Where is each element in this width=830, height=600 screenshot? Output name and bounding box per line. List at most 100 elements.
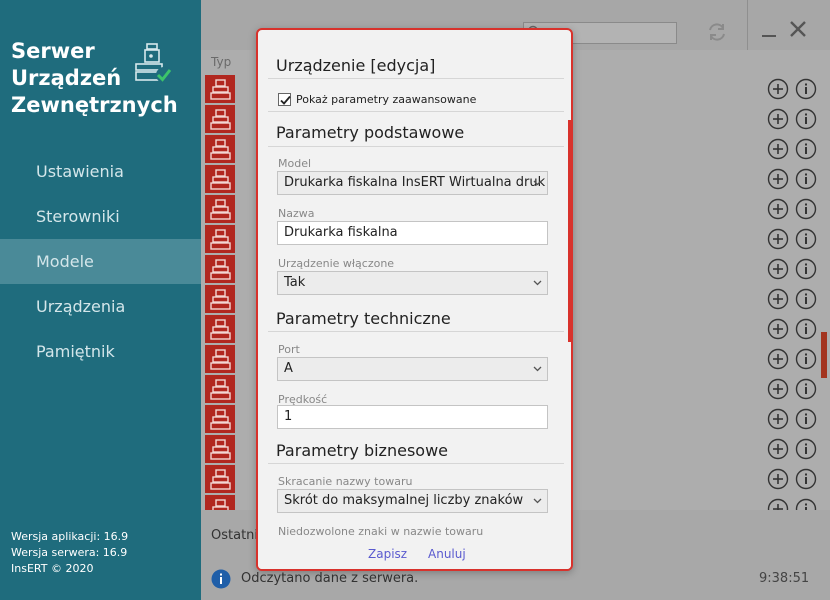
add-icon[interactable] bbox=[767, 168, 789, 190]
name-field[interactable]: Drukarka fiskalna bbox=[277, 221, 548, 245]
divider bbox=[268, 331, 564, 332]
fiscal-printer-icon bbox=[205, 135, 235, 163]
copyright: InsERT © 2020 bbox=[11, 562, 94, 575]
advanced-params-label[interactable]: Pokaż parametry zaawansowane bbox=[296, 93, 476, 106]
status-message: Odczytano dane z serwera. bbox=[241, 571, 419, 586]
fiscal-printer-icon bbox=[205, 465, 235, 493]
info-icon[interactable] bbox=[795, 318, 817, 340]
minimize-icon[interactable] bbox=[761, 22, 777, 38]
forbidden-chars-label: Niedozwolone znaki w nazwie towaru bbox=[278, 525, 484, 537]
device-server-logo-icon bbox=[135, 43, 172, 83]
speed-field[interactable]: 1 bbox=[277, 405, 548, 429]
dialog-content: Urządzenie [edycja] Pokaż parametry zaaw… bbox=[258, 30, 571, 537]
fiscal-printer-icon bbox=[205, 165, 235, 193]
add-icon[interactable] bbox=[767, 198, 789, 220]
add-icon[interactable] bbox=[767, 408, 789, 430]
info-icon bbox=[211, 569, 231, 589]
info-icon[interactable] bbox=[795, 78, 817, 100]
info-icon[interactable] bbox=[795, 138, 817, 160]
dialog-footer: Zapisz Anuluj bbox=[258, 537, 571, 569]
fiscal-printer-icon bbox=[205, 375, 235, 403]
divider bbox=[268, 146, 564, 147]
model-value: Drukarka fiskalna InsERT Wirtualna druk bbox=[284, 175, 546, 190]
checkmark-icon bbox=[280, 95, 291, 105]
enabled-label: Urządzenie włączone bbox=[278, 257, 395, 270]
add-icon[interactable] bbox=[767, 378, 789, 400]
divider bbox=[268, 78, 564, 79]
app-title-line-3: Zewnętrznych bbox=[11, 93, 178, 117]
shortening-select[interactable]: Skrót do maksymalnej liczby znaków bbox=[277, 489, 548, 513]
dialog-title: Urządzenie [edycja] bbox=[276, 56, 436, 75]
fiscal-printer-icon bbox=[205, 315, 235, 343]
port-value: A bbox=[284, 361, 293, 376]
add-icon[interactable] bbox=[767, 138, 789, 160]
chevron-down-icon bbox=[533, 498, 542, 504]
list-scrollbar[interactable] bbox=[821, 332, 827, 378]
cancel-button[interactable]: Anuluj bbox=[428, 547, 466, 561]
name-label: Nazwa bbox=[278, 207, 315, 220]
add-icon[interactable] bbox=[767, 318, 789, 340]
app-version: Wersja aplikacji: 16.9 bbox=[11, 530, 129, 543]
add-icon[interactable] bbox=[767, 228, 789, 250]
save-button[interactable]: Zapisz bbox=[368, 547, 407, 561]
column-header-type[interactable]: Typ bbox=[211, 55, 231, 69]
info-icon[interactable] bbox=[795, 378, 817, 400]
section-business: Parametry biznesowe bbox=[276, 441, 448, 460]
section-technical: Parametry techniczne bbox=[276, 309, 451, 328]
fiscal-printer-icon bbox=[205, 105, 235, 133]
fiscal-printer-icon bbox=[205, 75, 235, 103]
last-label: Ostatni bbox=[211, 528, 259, 543]
info-icon[interactable] bbox=[795, 258, 817, 280]
info-icon[interactable] bbox=[795, 228, 817, 250]
fiscal-printer-icon bbox=[205, 225, 235, 253]
add-icon[interactable] bbox=[767, 348, 789, 370]
info-icon[interactable] bbox=[795, 408, 817, 430]
sidebar-item-urzadzenia[interactable]: Urządzenia bbox=[0, 284, 201, 329]
fiscal-printer-icon bbox=[205, 195, 235, 223]
sidebar: Serwer Urządzeń Zewnętrznych Ustawienia … bbox=[0, 0, 201, 600]
sidebar-nav: Ustawienia Sterowniki Modele Urządzenia … bbox=[0, 149, 201, 374]
add-icon[interactable] bbox=[767, 78, 789, 100]
chevron-down-icon bbox=[533, 366, 542, 372]
chevron-down-icon bbox=[533, 280, 542, 286]
add-icon[interactable] bbox=[767, 108, 789, 130]
info-icon[interactable] bbox=[795, 468, 817, 490]
section-basic: Parametry podstawowe bbox=[276, 123, 465, 142]
add-icon[interactable] bbox=[767, 258, 789, 280]
info-icon[interactable] bbox=[795, 108, 817, 130]
sidebar-item-modele[interactable]: Modele bbox=[0, 239, 201, 284]
fiscal-printer-icon bbox=[205, 255, 235, 283]
fiscal-printer-icon bbox=[205, 345, 235, 373]
enabled-select[interactable]: Tak bbox=[277, 271, 548, 295]
fiscal-printer-icon bbox=[205, 285, 235, 313]
sidebar-item-sterowniki[interactable]: Sterowniki bbox=[0, 194, 201, 239]
enabled-value: Tak bbox=[284, 275, 306, 290]
info-icon[interactable] bbox=[795, 348, 817, 370]
add-icon[interactable] bbox=[767, 468, 789, 490]
dialog-scrollbar[interactable] bbox=[568, 120, 571, 342]
device-edit-dialog: Urządzenie [edycja] Pokaż parametry zaaw… bbox=[256, 28, 573, 571]
info-icon[interactable] bbox=[795, 438, 817, 460]
fiscal-printer-icon bbox=[205, 435, 235, 463]
sidebar-item-pamietnik[interactable]: Pamiętnik bbox=[0, 329, 201, 374]
topbar-divider bbox=[747, 0, 748, 50]
sidebar-item-ustawienia[interactable]: Ustawienia bbox=[0, 149, 201, 194]
info-icon[interactable] bbox=[795, 168, 817, 190]
add-icon[interactable] bbox=[767, 288, 789, 310]
divider bbox=[268, 463, 564, 464]
shortening-value: Skrót do maksymalnej liczby znaków bbox=[284, 493, 524, 508]
status-time: 9:38:51 bbox=[759, 571, 810, 586]
port-select[interactable]: A bbox=[277, 357, 548, 381]
refresh-icon[interactable] bbox=[707, 22, 727, 42]
info-icon[interactable] bbox=[795, 288, 817, 310]
speed-value: 1 bbox=[284, 409, 293, 424]
version-info: Wersja aplikacji: 16.9 Wersja serwera: 1… bbox=[11, 529, 128, 577]
info-icon[interactable] bbox=[795, 198, 817, 220]
model-select[interactable]: Drukarka fiskalna InsERT Wirtualna druk bbox=[277, 171, 548, 195]
close-icon[interactable] bbox=[789, 20, 807, 38]
add-icon[interactable] bbox=[767, 438, 789, 460]
model-label: Model bbox=[278, 157, 312, 170]
advanced-params-checkbox[interactable] bbox=[278, 93, 291, 106]
chevron-down-icon bbox=[533, 180, 542, 186]
divider bbox=[268, 111, 564, 112]
